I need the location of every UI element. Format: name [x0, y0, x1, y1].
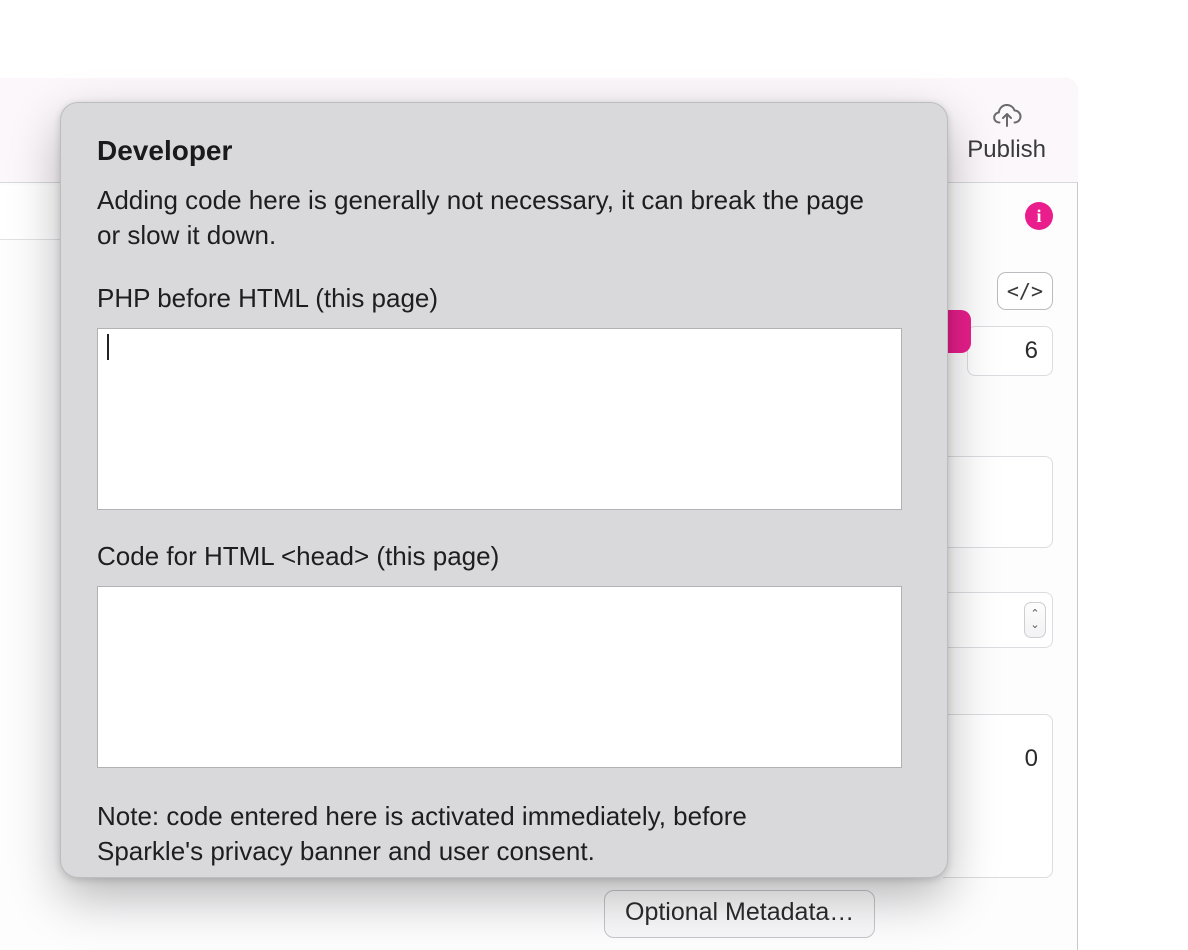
info-icon[interactable]: i: [1025, 202, 1053, 230]
cloud-upload-icon: [992, 104, 1022, 130]
stepper-icon: ⌃⌄: [1024, 602, 1046, 638]
code-toggle-button[interactable]: </>: [997, 272, 1053, 310]
php-before-html-textarea[interactable]: [97, 328, 902, 510]
publish-label: Publish: [967, 136, 1046, 164]
selected-tab-indicator: [945, 310, 971, 353]
html-head-code-textarea[interactable]: [97, 586, 902, 768]
head-section: Code for HTML <head> (this page): [97, 541, 911, 773]
inspector-field-outline[interactable]: [943, 456, 1053, 548]
popover-note: Note: code entered here is activated imm…: [97, 799, 797, 869]
inspector-select[interactable]: ⌃⌄: [943, 592, 1053, 648]
optional-metadata-button[interactable]: Optional Metadata…: [604, 890, 875, 938]
inspector-panel: i </> 6: [967, 202, 1053, 376]
sidebar-strip: [0, 185, 60, 240]
inspector-textarea-outline[interactable]: 0: [943, 714, 1053, 878]
popover-title: Developer: [97, 135, 911, 167]
numeric-value-b: 0: [1025, 745, 1038, 773]
php-before-html-label: PHP before HTML (this page): [97, 283, 911, 314]
popover-description: Adding code here is generally not necess…: [97, 183, 877, 253]
developer-popover: Developer Adding code here is generally …: [60, 102, 948, 878]
html-head-code-label: Code for HTML <head> (this page): [97, 541, 911, 572]
numeric-input-a[interactable]: 6: [967, 326, 1053, 376]
php-section: PHP before HTML (this page): [97, 283, 911, 515]
info-icon-glyph: i: [1036, 206, 1041, 227]
publish-button[interactable]: Publish: [967, 104, 1046, 164]
